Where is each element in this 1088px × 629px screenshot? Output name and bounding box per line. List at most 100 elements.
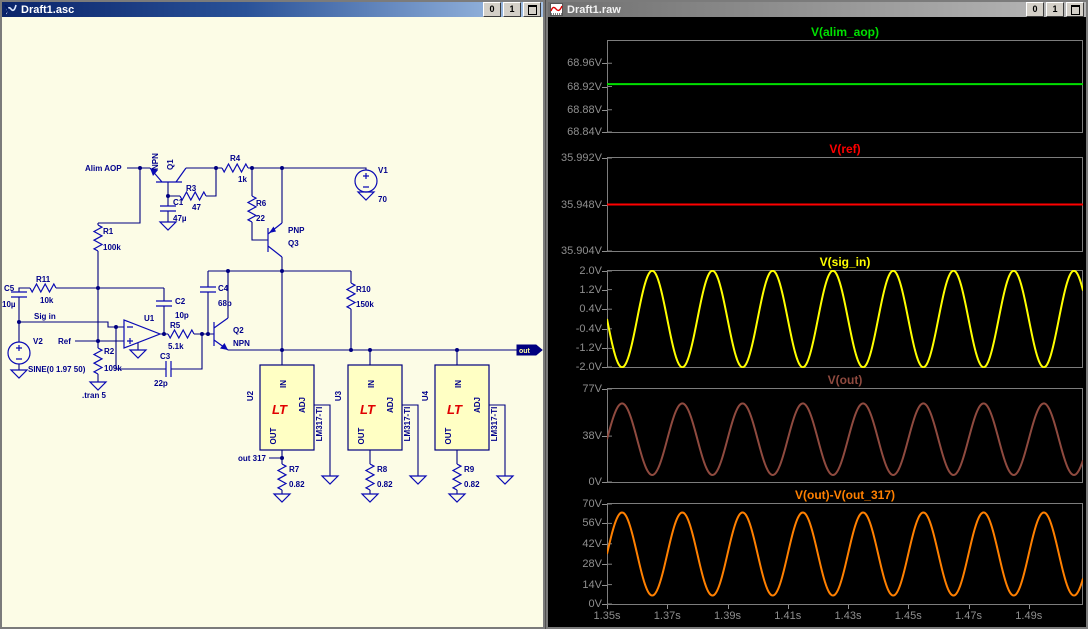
regulator-U4[interactable]: IN OUT ADJ U4 LM317-TI LT [421, 364, 499, 451]
r3-ref-label: R3 [186, 184, 197, 193]
u3-pin-adj: ADJ [386, 397, 395, 413]
plot-pane[interactable] [607, 388, 1083, 483]
q1-ref-label: Q1 [166, 159, 175, 170]
r1-ref-label: R1 [103, 227, 114, 236]
net-label-alim-aop[interactable]: Alim AOP [85, 164, 122, 173]
y-tick-label: 56V [582, 517, 602, 530]
transistor-Q3[interactable]: PNP Q3 [267, 222, 305, 258]
maximize-button[interactable] [1066, 2, 1084, 17]
transistor-Q2[interactable]: Q2 NPN [213, 317, 250, 351]
x-tick-mark [908, 605, 910, 609]
schematic-titlebar[interactable]: Draft1.asc 0 1 [2, 2, 543, 17]
resistor-R2-body[interactable] [92, 347, 104, 375]
resistor-R1-body[interactable] [92, 224, 104, 252]
resistor-R7-body[interactable] [276, 463, 288, 491]
ground-icon [447, 493, 467, 503]
x-tick-mark [787, 605, 789, 609]
out-port-label: out [519, 348, 531, 355]
voltage-source-V2[interactable]: V2 SINE(0 1.97 50) [7, 337, 86, 374]
opamp-U1[interactable]: U1 [123, 314, 162, 349]
net-label-out-317[interactable]: out 317 [238, 454, 267, 463]
y-tick-mark [602, 367, 607, 368]
x-tick-mark [968, 605, 970, 609]
resistor-R8-body[interactable] [364, 463, 376, 491]
resistor-R6-body[interactable] [246, 195, 258, 223]
resistor-R5-body[interactable] [167, 328, 195, 340]
y-tick-label: 70V [582, 498, 602, 510]
y-tick-label: 68.88V [567, 103, 602, 116]
r4-ref-label: R4 [230, 154, 241, 163]
waveform-window-title: Draft1.raw [567, 3, 621, 16]
c4-ref-label: C4 [218, 284, 229, 293]
y-tick-mark [602, 251, 607, 252]
x-tick-label: 1.43s [834, 610, 862, 622]
plot-title: V(alim_aop) [810, 25, 879, 39]
plot-pane[interactable] [607, 503, 1083, 605]
r6-value-label: 22 [256, 214, 265, 223]
resistor-R9-body[interactable] [451, 463, 463, 491]
ground-icon [272, 493, 292, 503]
r10-ref-label: R10 [356, 285, 371, 294]
u3-model-label: LM317-TI [403, 407, 412, 442]
u2-model-label: LM317-TI [315, 407, 324, 442]
y-tick-mark [602, 309, 607, 311]
waveform-titlebar[interactable]: Draft1.raw 0 1 [548, 2, 1086, 17]
maximize-button[interactable] [523, 2, 541, 17]
r2-ref-label: R2 [104, 347, 115, 356]
resistor-R11-body[interactable] [29, 282, 57, 294]
x-tick-mark [727, 605, 729, 609]
c1-ref-label: C1 [173, 198, 184, 207]
ground-icon [88, 381, 108, 391]
v1-value-label: 70 [378, 195, 387, 204]
y-tick-mark [602, 204, 607, 206]
r9-value-label: 0.82 [464, 480, 480, 489]
schematic-window: Draft1.asc 0 1 NPN Q1 Q2 NPN PNP Q3 U1 V… [0, 0, 545, 629]
c3-ref-label: C3 [160, 352, 171, 361]
schematic-canvas-area: NPN Q1 Q2 NPN PNP Q3 U1 V1 70 V2 SINE(0 … [2, 17, 543, 627]
resistor-R3-body[interactable] [179, 190, 207, 202]
y-tick-mark [602, 271, 607, 272]
u4-pin-in: IN [454, 380, 463, 388]
y-tick-mark [602, 158, 607, 159]
c4-value-label: 68p [218, 299, 232, 308]
ground-icon [495, 475, 515, 485]
x-tick-label: 1.39s [714, 610, 741, 622]
x-tick-label: 1.45s [894, 610, 922, 622]
capacitor-C3-body[interactable] [165, 361, 172, 377]
plot-pane[interactable] [607, 157, 1083, 252]
plot-title: V(ref) [829, 142, 861, 156]
y-tick-label: 68.92V [567, 80, 602, 93]
v2-value-label: SINE(0 1.97 50) [28, 365, 86, 374]
regulator-U2[interactable]: IN OUT ADJ U2 LM317-TI LT [246, 364, 324, 451]
capacitor-C2-body[interactable] [156, 300, 172, 307]
u4-pin-out: OUT [444, 427, 453, 444]
transistor-Q1[interactable]: NPN Q1 [149, 153, 187, 183]
net-label-ref[interactable]: Ref [58, 337, 71, 346]
out-port-flag[interactable]: out [516, 344, 543, 356]
v1-ref-label: V1 [378, 166, 388, 175]
regulator-U3[interactable]: IN OUT ADJ U3 LM317-TI LT [334, 364, 412, 451]
ground-icon [408, 475, 428, 485]
voltage-source-V1[interactable]: V1 70 [354, 166, 388, 204]
plot-pane[interactable] [607, 40, 1083, 133]
schematic-canvas[interactable]: NPN Q1 Q2 NPN PNP Q3 U1 V1 70 V2 SINE(0 … [2, 17, 543, 627]
net-label-sig-in[interactable]: Sig in [34, 312, 56, 321]
minimize-button[interactable]: 0 [1026, 2, 1044, 17]
ground-icon [158, 221, 178, 231]
restore-button[interactable]: 1 [1046, 2, 1064, 17]
r5-value-label: 5.1k [168, 342, 184, 351]
u3-ref-label: U3 [334, 390, 343, 401]
r1-value-label: 100k [103, 243, 121, 252]
waveform-plot-area[interactable]: V(alim_aop) 68.96V 68.92V 68.88V 68.84V V(ref… [548, 17, 1086, 627]
capacitor-C4-body[interactable] [200, 286, 216, 293]
resistor-R10-body[interactable] [345, 282, 357, 310]
restore-button[interactable]: 1 [503, 2, 521, 17]
minimize-button[interactable]: 0 [483, 2, 501, 17]
resistor-R4-body[interactable] [221, 162, 249, 174]
y-tick-mark [602, 482, 607, 483]
r10-value-label: 150k [356, 300, 374, 309]
r5-ref-label: R5 [170, 321, 181, 330]
spice-directive[interactable]: .tran 5 [82, 391, 107, 400]
plot-pane[interactable] [607, 270, 1083, 368]
r7-ref-label: R7 [289, 465, 300, 474]
